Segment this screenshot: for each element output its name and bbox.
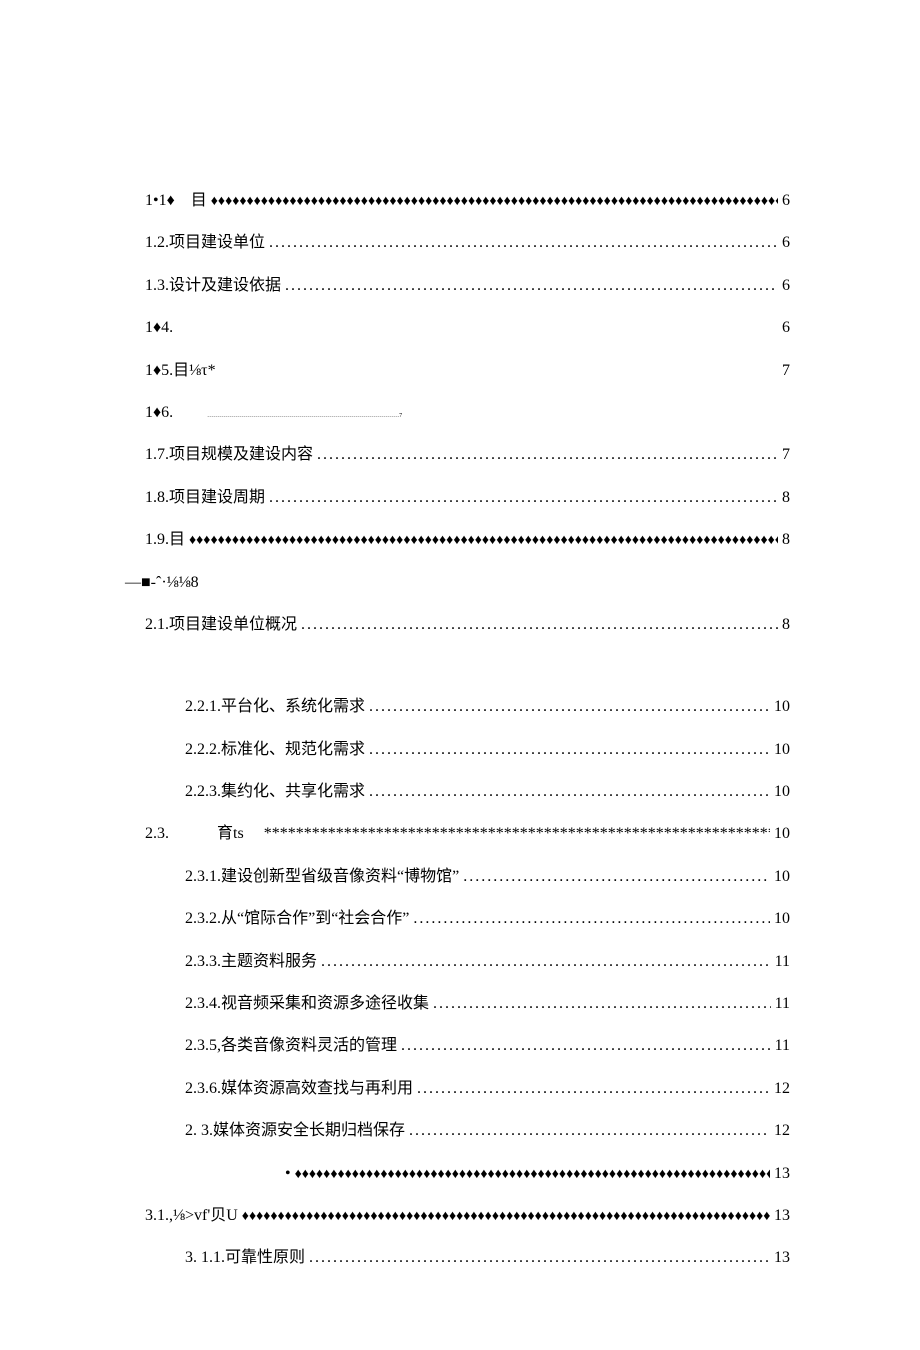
- toc-page-number: 11: [775, 993, 790, 1015]
- toc-label: 1.8.项目建设周期: [145, 487, 265, 509]
- toc-label: 1.2.项目建设单位: [145, 232, 265, 254]
- toc-entry: 2.3.1.建设创新型省级音像资料“博物馆” 10: [185, 866, 790, 888]
- toc-label: 3.1.,⅛>vf'贝U: [145, 1205, 238, 1227]
- toc-entry: 1.3.设计及建设依据 6: [145, 275, 790, 297]
- toc-label: 3. 1.1.可靠性原则: [185, 1247, 305, 1269]
- toc-page-number: 6: [782, 275, 790, 297]
- toc-label: 2.2.2.标准化、规范化需求: [185, 739, 365, 761]
- toc-label: 2.3. 育ts: [145, 823, 260, 845]
- toc-label: 1.7.项目规模及建设内容: [145, 444, 313, 466]
- toc-label: 2.3.1.建设创新型省级音像资料“博物馆”: [185, 866, 459, 888]
- toc-leader: [317, 444, 778, 466]
- toc-label: 1♦6.: [145, 402, 173, 424]
- toc-page-number: 13: [774, 1163, 790, 1185]
- toc-page-number: 8: [782, 487, 790, 509]
- toc-page-number: 7: [782, 444, 790, 466]
- toc-leader: [433, 993, 771, 1015]
- toc-entry: 2.3. 育ts 10: [145, 823, 790, 845]
- toc-label: 1♦5.目⅛τ*: [145, 360, 216, 382]
- toc-page-number: 7: [782, 360, 790, 382]
- toc-entry: 2.2.2.标准化、规范化需求 10: [185, 739, 790, 761]
- toc-label: 2.2.3.集约化、共享化需求: [185, 781, 365, 803]
- toc-leader: [285, 275, 778, 297]
- toc-leader: [264, 823, 770, 845]
- toc-page-number: 10: [774, 823, 790, 845]
- toc-label: 2.1.项目建设单位概况: [145, 614, 297, 636]
- toc-label: 1•1♦ 目: [145, 190, 207, 212]
- toc-label: 1.9.目: [145, 529, 185, 551]
- toc-leader: [301, 614, 778, 636]
- toc-entry: • 13: [285, 1163, 790, 1185]
- toc-leader: [417, 1078, 770, 1100]
- toc-entry: 2.3.2.从“馆际合作”到“社会合作” 10: [185, 908, 790, 930]
- toc-entry: 2.3.3.主题资料服务 11: [185, 951, 790, 973]
- toc-entry: 1♦5.目⅛τ* 7: [145, 360, 790, 382]
- toc-entry: —■-ˆ·⅛⅛8: [125, 572, 790, 594]
- toc-entry: 1♦6. ……………………………………………………………………………………7: [145, 402, 790, 424]
- toc-page-number: 8: [782, 529, 790, 551]
- toc-entry: 2. 3.媒体资源安全长期归档保存 12: [185, 1120, 790, 1142]
- toc-page-number: 12: [774, 1078, 790, 1100]
- toc-entry: 1.2.项目建设单位 6: [145, 232, 790, 254]
- toc-page-number: 8: [782, 614, 790, 636]
- toc-label: 2.3.3.主题资料服务: [185, 951, 317, 973]
- toc-label: 2.3.4.视音频采集和资源多途径收集: [185, 993, 429, 1015]
- toc-entry: 2.3.4.视音频采集和资源多途径收集 11: [185, 993, 790, 1015]
- toc-label: 2.3.5,各类音像资料灵活的管理: [185, 1035, 397, 1057]
- toc-entry: 1.8.项目建设周期 8: [145, 487, 790, 509]
- toc-page-number: 12: [774, 1120, 790, 1142]
- toc-leader: [269, 232, 778, 254]
- toc-page-number: 6: [782, 232, 790, 254]
- toc-page-number: 10: [774, 781, 790, 803]
- toc-leader: [242, 1205, 770, 1227]
- toc-entry: 1♦4. 6: [145, 317, 790, 339]
- toc-page-number: 6: [782, 317, 790, 339]
- toc-label: 2.3.2.从“馆际合作”到“社会合作”: [185, 908, 409, 930]
- toc-leader: [269, 487, 778, 509]
- toc-page-number: 11: [775, 951, 790, 973]
- toc-label: 1.3.设计及建设依据: [145, 275, 281, 297]
- toc-entry: 2.2.3.集约化、共享化需求 10: [185, 781, 790, 803]
- toc-page-number: 11: [775, 1035, 790, 1057]
- toc-leader: [401, 1035, 771, 1057]
- toc-page-number: 13: [774, 1205, 790, 1227]
- toc-page-number: 10: [774, 908, 790, 930]
- toc-page-number: 13: [774, 1247, 790, 1269]
- toc-entry: 3. 1.1.可靠性原则 13: [185, 1247, 790, 1269]
- toc-entry: 2.1.项目建设单位概况 8: [145, 614, 790, 636]
- toc-leader: [369, 739, 770, 761]
- toc-entry: 1•1♦ 目 6: [145, 190, 790, 212]
- toc-leader: ……………………………………………………………………………………7: [177, 402, 786, 424]
- toc-leader: [211, 190, 778, 212]
- toc-label: —■-ˆ·⅛⅛8: [125, 572, 199, 594]
- toc-label: 2.2.1.平台化、系统化需求: [185, 696, 365, 718]
- toc-label: 2. 3.媒体资源安全长期归档保存: [185, 1120, 405, 1142]
- document-page: 1•1♦ 目61.2.项目建设单位 61.3.设计及建设依据 61♦4.61♦5…: [0, 0, 920, 1350]
- toc-entry: 2.3.6.媒体资源高效查找与再利用 12: [185, 1078, 790, 1100]
- toc-leader: [295, 1163, 770, 1185]
- toc-label: 1♦4.: [145, 317, 173, 339]
- toc-leader: [369, 781, 770, 803]
- toc-leader: [321, 951, 771, 973]
- toc-leader: [189, 529, 778, 551]
- toc-entry: 2.3.5,各类音像资料灵活的管理 11: [185, 1035, 790, 1057]
- toc-label: •: [285, 1163, 291, 1185]
- toc-entry: 1.9.目 8: [145, 529, 790, 551]
- toc-label: 2.3.6.媒体资源高效查找与再利用: [185, 1078, 413, 1100]
- toc-page-number: 6: [782, 190, 790, 212]
- toc-entry: 3.1.,⅛>vf'贝U 13: [145, 1205, 790, 1227]
- toc-entry: 1.7.项目规模及建设内容 7: [145, 444, 790, 466]
- toc-page-number: 10: [774, 866, 790, 888]
- toc-leader: [413, 908, 770, 930]
- toc-page-number: 10: [774, 739, 790, 761]
- toc-entry: 2.2.1.平台化、系统化需求 10: [185, 696, 790, 718]
- toc-leader: [463, 866, 770, 888]
- toc-leader: [369, 696, 770, 718]
- toc-page-number: 10: [774, 696, 790, 718]
- toc-leader: [309, 1247, 770, 1269]
- toc-leader: [409, 1120, 770, 1142]
